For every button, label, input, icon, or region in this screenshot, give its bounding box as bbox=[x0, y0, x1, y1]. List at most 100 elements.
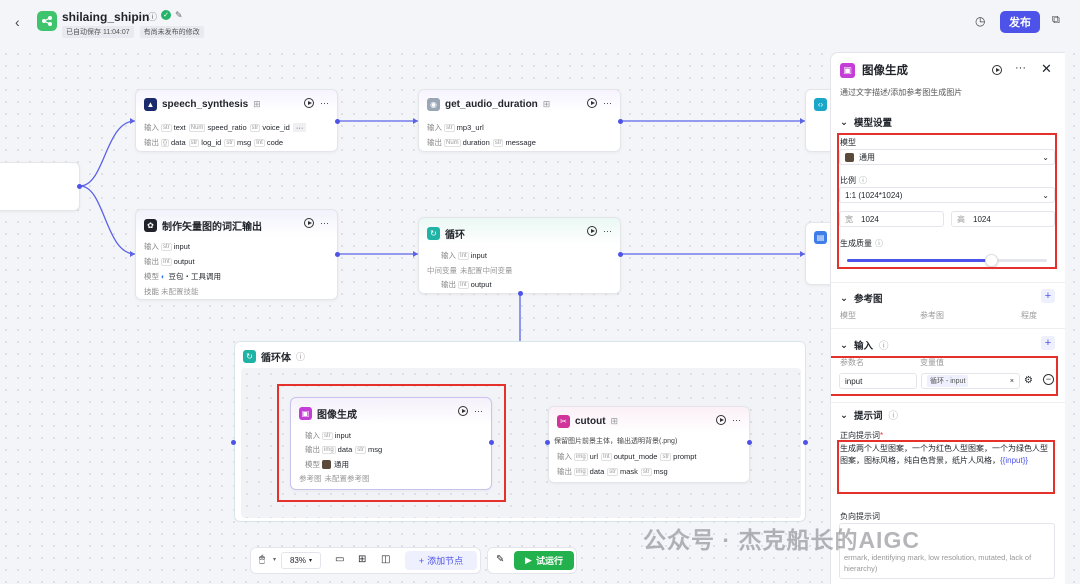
more-icon[interactable]: ··· bbox=[732, 415, 741, 425]
close-icon[interactable]: ✕ bbox=[1041, 61, 1052, 77]
autosave-status: 已自动保存 11:04:07 bbox=[62, 26, 134, 38]
chevron-down-icon: ⌄ bbox=[840, 292, 848, 304]
run-node-icon[interactable] bbox=[587, 226, 597, 236]
add-node-button[interactable]: + 添加节点 bbox=[405, 551, 477, 570]
type-tag: Int bbox=[458, 251, 469, 260]
edge-start-speech bbox=[79, 120, 136, 187]
plugin-icon: ⊞ bbox=[542, 99, 551, 109]
port[interactable] bbox=[618, 119, 623, 124]
type-tag: str bbox=[607, 467, 618, 476]
add-input-button[interactable]: + bbox=[1041, 336, 1055, 350]
chevron-down-icon: ⌄ bbox=[840, 409, 848, 421]
more-params[interactable]: ··· bbox=[292, 123, 307, 132]
app-logo-icon bbox=[37, 11, 57, 31]
add-reference-button[interactable]: + bbox=[1041, 289, 1055, 303]
type-tag: Num bbox=[188, 123, 206, 132]
chevron-down-icon[interactable]: ▾ bbox=[273, 556, 276, 563]
highlight-box bbox=[831, 356, 1058, 396]
test-run-button[interactable]: ▶ 试运行 bbox=[514, 551, 574, 570]
unpublished-badge: 有尚未发布的修改 bbox=[139, 26, 204, 38]
reference-section[interactable]: ⌄ 参考图 bbox=[840, 291, 883, 306]
cutout-icon: ✂ bbox=[557, 415, 570, 428]
section-title: 参考图 bbox=[853, 294, 883, 305]
back-arrow-icon[interactable]: ‹ bbox=[15, 14, 20, 30]
llm-vector-node[interactable]: ✿ 制作矢量图的词汇输出 ··· 输入 str input 输出 Int outpu… bbox=[135, 209, 338, 300]
port[interactable] bbox=[545, 440, 550, 445]
input-label: 输入 bbox=[144, 123, 159, 132]
zoom-select[interactable]: 83% ▾ bbox=[281, 552, 321, 569]
input-label: 输入 bbox=[441, 251, 456, 260]
model-settings-section[interactable]: ⌄ 模型设置 bbox=[840, 115, 892, 130]
plugin-icon: ⊞ bbox=[253, 99, 261, 109]
run-node-icon[interactable] bbox=[992, 65, 1002, 75]
image-gen-icon: ▣ bbox=[840, 62, 855, 78]
info-icon[interactable]: ⓘ bbox=[296, 350, 305, 363]
comment-icon[interactable]: ▭ bbox=[335, 554, 344, 565]
start-node[interactable] bbox=[0, 162, 80, 211]
type-tag: Int bbox=[254, 138, 265, 147]
info-icon[interactable]: ⓘ bbox=[148, 10, 157, 23]
port[interactable] bbox=[335, 252, 340, 257]
param: duration bbox=[462, 138, 490, 147]
run-node-icon[interactable] bbox=[716, 415, 726, 425]
output-label: 输出 bbox=[144, 138, 159, 147]
run-node-icon[interactable] bbox=[304, 98, 314, 108]
param: speed_ratio bbox=[207, 123, 247, 132]
message-icon: ▤ bbox=[814, 231, 827, 244]
run-node-icon[interactable] bbox=[304, 218, 314, 228]
chevron-down-icon: ⌄ bbox=[840, 116, 848, 128]
ref-col-image: 参考图 bbox=[920, 311, 944, 320]
app-name: shilaing_shipin bbox=[62, 10, 150, 24]
loop-node[interactable]: ↻ 循环 ··· 输入 Int input 中间变量 未配置中间变量 输出 Int… bbox=[418, 217, 621, 294]
type-tag: str bbox=[444, 123, 455, 132]
cutout-node[interactable]: ✂ cutout ⊞ ··· 保留图片前景主体，输出透明背景(.png) 输入 … bbox=[548, 406, 750, 483]
code-icon: ‹› bbox=[814, 98, 827, 111]
model-label: 模型 bbox=[144, 272, 159, 281]
port[interactable] bbox=[518, 291, 523, 296]
info-icon[interactable]: ⓘ bbox=[879, 338, 889, 352]
param: code bbox=[266, 138, 284, 147]
info-icon[interactable]: ⓘ bbox=[888, 408, 898, 422]
type-tag: str bbox=[249, 123, 261, 132]
param: data bbox=[589, 467, 605, 476]
history-clock-icon[interactable]: ◷ bbox=[975, 14, 985, 28]
input-label: 输入 bbox=[557, 452, 572, 461]
more-icon[interactable]: ··· bbox=[603, 98, 612, 108]
top-bar: ‹ shilaing_shipin ⓘ ✓ ✎ 已自动保存 11:04:07 有… bbox=[0, 0, 1080, 44]
port[interactable] bbox=[803, 440, 808, 445]
param: prompt bbox=[673, 452, 697, 461]
mouse-mode-icon[interactable]: 🖱 bbox=[259, 554, 265, 565]
edit-icon[interactable]: ✎ bbox=[175, 10, 183, 23]
port[interactable] bbox=[231, 440, 236, 445]
model-name: 豆包・工具调用 bbox=[168, 272, 222, 281]
required-mark: * bbox=[880, 431, 884, 440]
clean-icon[interactable]: ✎ bbox=[496, 554, 504, 565]
port[interactable] bbox=[77, 184, 82, 189]
more-icon[interactable]: ··· bbox=[1015, 62, 1026, 74]
port[interactable] bbox=[618, 252, 623, 257]
type-tag: Num bbox=[444, 138, 461, 147]
plugin-icon: ⊞ bbox=[610, 416, 619, 426]
node-title: 循环 bbox=[445, 230, 465, 241]
node-config-panel: ▣ 图像生成 ··· ✕ 通过文字描述/添加参考图生成图片 ⌄ 模型设置 模型 通… bbox=[830, 52, 1065, 584]
skill-label: 技能 bbox=[144, 287, 159, 296]
port[interactable] bbox=[335, 119, 340, 124]
audio-duration-node[interactable]: ◉ get_audio_duration ⊞ ··· 输入 str mp3_url… bbox=[418, 89, 621, 152]
run-node-icon[interactable] bbox=[587, 98, 597, 108]
layout-icon[interactable]: ⊞ bbox=[358, 554, 366, 565]
speech-synthesis-node[interactable]: ▲ speech_synthesis ⊞ ··· 输入 str text Num s… bbox=[135, 89, 338, 152]
node-description: 保留图片前景主体，输出透明背景(.png) bbox=[554, 438, 678, 445]
panel-title: 图像生成 bbox=[862, 65, 908, 77]
minimap-icon[interactable]: ◫ bbox=[381, 554, 390, 565]
input-section[interactable]: ⌄ 输入 ⓘ bbox=[840, 338, 889, 353]
prompt-section[interactable]: ⌄ 提示词 ⓘ bbox=[840, 408, 898, 423]
duplicate-icon[interactable]: ⧉ bbox=[1052, 14, 1060, 27]
publish-button[interactable]: 发布 bbox=[1000, 11, 1040, 33]
more-icon[interactable]: ··· bbox=[320, 218, 329, 228]
more-icon[interactable]: ··· bbox=[603, 226, 612, 236]
audio-plugin-icon: ◉ bbox=[427, 98, 440, 111]
more-icon[interactable]: ··· bbox=[320, 98, 329, 108]
port[interactable] bbox=[747, 440, 752, 445]
type-tag: Int bbox=[458, 280, 469, 289]
param: text bbox=[173, 123, 186, 132]
